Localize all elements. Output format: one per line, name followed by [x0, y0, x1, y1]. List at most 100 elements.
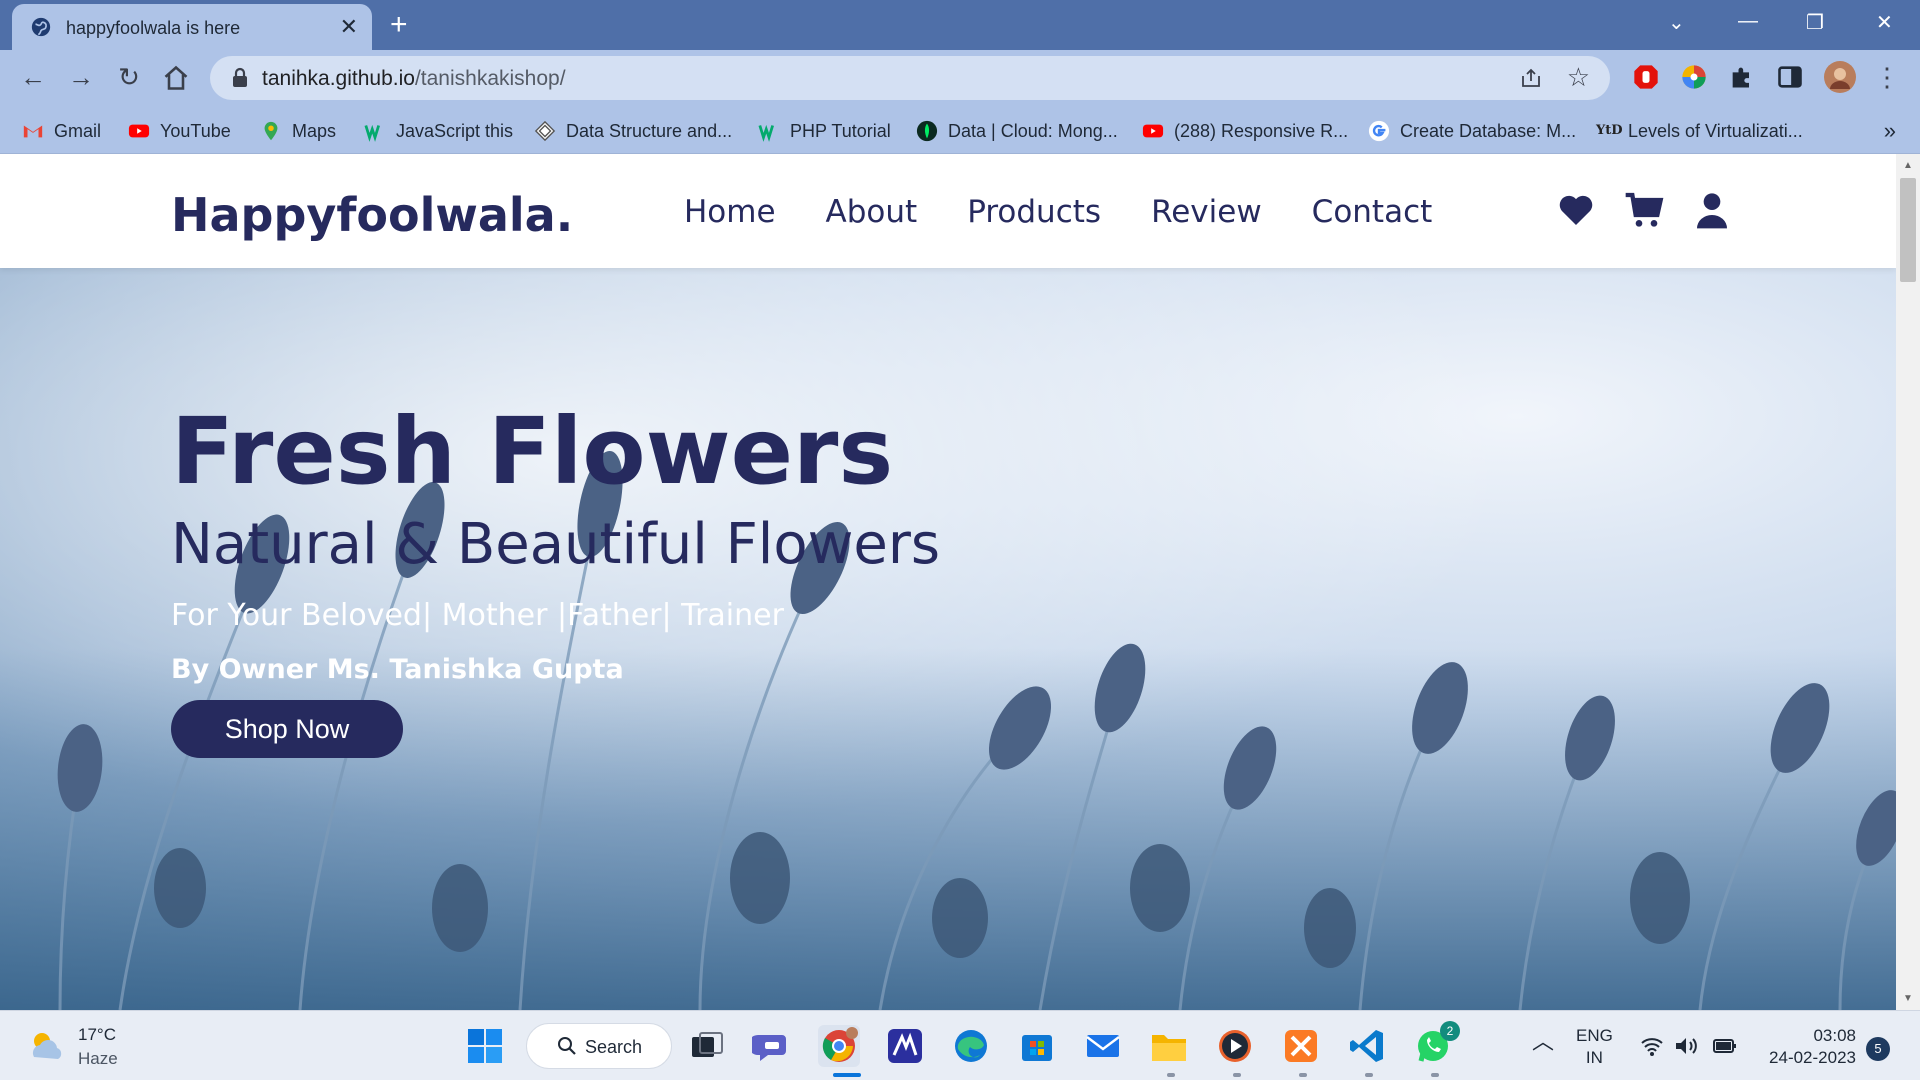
profile-avatar[interactable]	[1824, 61, 1856, 93]
bookmark-virtualization[interactable]: YtD Levels of Virtualizati...	[1596, 118, 1803, 144]
site-header: Happyfoolwala. Home About Products Revie…	[0, 154, 1896, 268]
edge-icon[interactable]	[950, 1025, 992, 1067]
hero-subtitle: Natural & Beautiful Flowers	[171, 512, 941, 577]
whatsapp-unread-badge: 2	[1440, 1021, 1460, 1041]
mail-icon[interactable]	[1082, 1025, 1124, 1067]
gmail-icon	[23, 125, 43, 138]
tab-title: happyfoolwala is here	[66, 18, 241, 38]
adblock-extension-icon[interactable]	[1632, 63, 1660, 91]
yid-icon: YtD	[1596, 123, 1623, 138]
site-logo[interactable]: Happyfoolwala.	[171, 188, 573, 242]
mongodb-icon	[916, 120, 938, 142]
home-icon[interactable]	[162, 64, 190, 92]
youtube-icon	[1142, 124, 1164, 138]
youtube-icon	[128, 124, 150, 138]
globe-icon	[31, 17, 51, 37]
wifi-icon[interactable]	[1640, 1035, 1664, 1057]
browser-toolbar: ← → ↻ tanihka.github.io/tanishkakishop/ …	[0, 50, 1920, 106]
reload-icon[interactable]: ↻	[114, 62, 144, 92]
browser-tab[interactable]: happyfoolwala is here ✕	[12, 4, 372, 50]
running-indicator	[1365, 1073, 1373, 1077]
nav-home[interactable]: Home	[684, 194, 776, 230]
page-scrollbar[interactable]: ▲ ▼	[1896, 154, 1920, 1010]
url-text: tanihka.github.io/tanishkakishop/	[262, 67, 566, 90]
bookmark-data-structure[interactable]: Data Structure and...	[534, 118, 732, 144]
hero-section: Fresh Flowers Natural & Beautiful Flower…	[0, 268, 1896, 1010]
windows-start-icon[interactable]	[464, 1025, 506, 1067]
address-bar[interactable]: tanihka.github.io/tanishkakishop/ ☆	[210, 56, 1610, 100]
lock-icon	[233, 67, 247, 87]
bookmark-star-icon[interactable]: ☆	[1567, 62, 1590, 93]
back-icon[interactable]: ←	[18, 62, 48, 92]
media-player-icon[interactable]	[1214, 1025, 1256, 1067]
bookmark-maps[interactable]: Maps	[260, 118, 336, 144]
tab-search-chevron-icon[interactable]: ⌄	[1668, 10, 1685, 35]
teams-chat-icon[interactable]	[752, 1025, 794, 1067]
hero-tagline: For Your Beloved| Mother |Father| Traine…	[171, 598, 784, 633]
volume-icon[interactable]	[1674, 1035, 1700, 1057]
search-label: Search	[585, 1037, 643, 1057]
search-icon	[558, 1037, 576, 1055]
nav-contact[interactable]: Contact	[1312, 194, 1433, 230]
task-view-icon[interactable]	[686, 1025, 728, 1067]
bookmark-mongodb[interactable]: Data | Cloud: Mong...	[916, 118, 1118, 144]
weather-condition: Haze	[78, 1049, 118, 1068]
extensions-puzzle-icon[interactable]	[1728, 63, 1756, 91]
vscode-icon[interactable]	[1346, 1025, 1388, 1067]
notification-count-badge[interactable]: 5	[1866, 1037, 1890, 1061]
w3schools-icon	[758, 124, 774, 142]
nav-about[interactable]: About	[826, 194, 918, 230]
user-icon[interactable]	[1692, 190, 1732, 230]
tab-strip: happyfoolwala is here ✕ + ⌄ — ❐ ✕	[0, 0, 1920, 50]
google-icon	[1368, 120, 1390, 142]
nav-review[interactable]: Review	[1151, 194, 1262, 230]
bookmark-javascript-this[interactable]: JavaScript this	[364, 118, 513, 144]
nav-products[interactable]: Products	[967, 194, 1101, 230]
cart-icon[interactable]	[1624, 190, 1664, 230]
scroll-down-icon[interactable]: ▼	[1903, 993, 1913, 1004]
motion-app-icon[interactable]	[884, 1025, 926, 1067]
forward-icon[interactable]: →	[66, 62, 96, 92]
site-nav: Home About Products Review Contact	[684, 194, 1432, 230]
tab-close-button[interactable]: ✕	[340, 14, 358, 40]
web-page: Happyfoolwala. Home About Products Revie…	[0, 154, 1896, 1010]
diamond-icon	[534, 120, 556, 142]
bookmark-create-database[interactable]: Create Database: M...	[1368, 118, 1576, 144]
scroll-up-icon[interactable]: ▲	[1903, 160, 1913, 171]
w3schools-icon	[364, 124, 380, 142]
close-window-icon[interactable]: ✕	[1876, 10, 1893, 35]
shop-now-button[interactable]: Shop Now	[171, 700, 403, 758]
bookmark-gmail[interactable]: Gmail	[22, 118, 101, 144]
running-indicator	[1299, 1073, 1307, 1077]
minimize-icon[interactable]: —	[1738, 10, 1758, 33]
bookmarks-overflow-button[interactable]: »	[1884, 118, 1896, 144]
browser-menu-icon[interactable]: ⋮	[1872, 62, 1902, 92]
weather-widget[interactable]: 17°C Haze	[26, 1023, 118, 1071]
bookmark-youtube[interactable]: YouTube	[128, 118, 231, 144]
show-hidden-icons-chevron[interactable]: ︿	[1532, 1031, 1554, 1053]
heart-icon[interactable]	[1556, 190, 1596, 230]
bookmark-responsive[interactable]: (288) Responsive R...	[1142, 118, 1348, 144]
weather-haze-icon	[32, 1033, 62, 1059]
new-tab-button[interactable]: +	[390, 8, 408, 42]
bookmarks-bar: Gmail YouTube Maps JavaScript this Data …	[0, 106, 1920, 154]
color-picker-extension-icon[interactable]	[1680, 63, 1708, 91]
running-indicator	[1167, 1073, 1175, 1077]
windows-taskbar: 17°C Haze Search 2 ︿ ENG IN 03:08 24-02-…	[0, 1010, 1920, 1080]
hero-title: Fresh Flowers	[171, 398, 894, 505]
microsoft-store-icon[interactable]	[1016, 1025, 1058, 1067]
language-indicator[interactable]: ENG IN	[1576, 1025, 1613, 1069]
battery-icon[interactable]	[1712, 1035, 1738, 1057]
active-indicator	[833, 1073, 861, 1077]
restore-icon[interactable]: ❐	[1806, 10, 1824, 35]
share-icon[interactable]	[1518, 66, 1544, 90]
side-panel-icon[interactable]	[1776, 63, 1804, 91]
clock[interactable]: 03:08 24-02-2023	[1760, 1025, 1856, 1069]
bookmark-php-tutorial[interactable]: PHP Tutorial	[758, 118, 891, 144]
xampp-icon[interactable]	[1280, 1025, 1322, 1067]
scrollbar-thumb[interactable]	[1900, 178, 1916, 282]
chrome-icon[interactable]	[818, 1025, 860, 1067]
taskbar-search[interactable]: Search	[526, 1023, 672, 1069]
file-explorer-icon[interactable]	[1148, 1025, 1190, 1067]
hero-owner-credit: By Owner Ms. Tanishka Gupta	[171, 654, 624, 685]
